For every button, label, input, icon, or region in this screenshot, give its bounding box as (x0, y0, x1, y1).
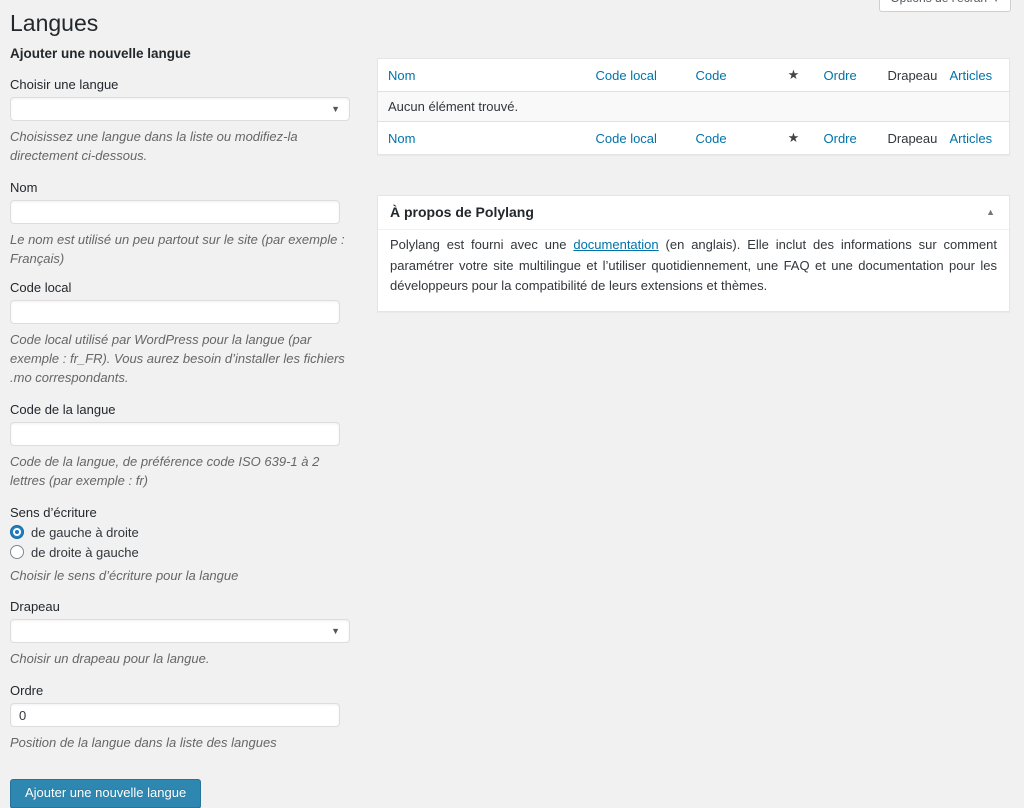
sort-locale-link[interactable]: Code local (596, 68, 657, 83)
language-code-helper: Code de la langue, de préférence code IS… (10, 453, 320, 488)
direction-option-rtl[interactable]: de droite à gauche (10, 545, 360, 560)
chevron-down-icon: ▼ (992, 0, 1000, 4)
about-polylang-metabox: À propos de Polylang ▲ Polylang est four… (377, 195, 1010, 313)
sort-posts-link[interactable]: Articles (950, 68, 993, 83)
languages-table-header: Nom Code local Code ★ Ordre Drapeau Arti… (377, 58, 1010, 92)
order-helper: Position de la langue dans la liste des … (10, 735, 277, 751)
locale-label: Code local (10, 280, 72, 296)
direction-rtl-label: de droite à gauche (31, 544, 139, 560)
column-header-locale: Code local (585, 58, 686, 92)
collapse-toggle-icon[interactable]: ▲ (984, 207, 997, 217)
order-input[interactable] (10, 703, 340, 728)
column-header-code: Code (685, 58, 774, 92)
add-language-form: Ajouter une nouvelle langue Choisir une … (10, 46, 360, 808)
right-column: Nom Code local Code ★ Ordre Drapeau Arti… (377, 58, 1010, 313)
language-code-input[interactable] (10, 421, 340, 446)
sort-order-link[interactable]: Ordre (824, 131, 857, 146)
no-items-row: Aucun élément trouvé. (377, 91, 1010, 122)
radio-ltr[interactable] (10, 525, 24, 540)
name-label: Nom (10, 179, 38, 195)
language-code-label: Code de la langue (10, 401, 116, 417)
choose-language-field: Choisir une langue ▼ Choisissez une lang… (10, 77, 360, 166)
sort-code-link[interactable]: Code (696, 131, 727, 146)
sort-name-link[interactable]: Nom (388, 131, 415, 146)
about-polylang-title: À propos de Polylang (390, 204, 534, 220)
choose-language-helper: Choisissez une langue dans la liste ou m… (10, 129, 298, 163)
order-field: Ordre Position de la langue dans la list… (10, 683, 360, 753)
name-helper: Le nom est utilisé un peu partout sur le… (10, 231, 345, 266)
column-footer-name: Nom (377, 121, 586, 155)
chevron-down-icon: ▼ (331, 104, 340, 114)
locale-field: Code local Code local utilisé par WordPr… (10, 280, 360, 388)
column-footer-order: Ordre (813, 121, 878, 155)
sort-order-link[interactable]: Ordre (824, 68, 857, 83)
text-direction-field: Sens d’écriture de gauche à droite de dr… (10, 505, 360, 586)
column-header-order: Ordre (813, 58, 878, 92)
form-heading: Ajouter une nouvelle langue (10, 46, 191, 61)
chevron-down-icon: ▼ (331, 626, 340, 637)
no-items-message: Aucun élément trouvé. (377, 91, 1010, 122)
languages-table-body: Aucun élément trouvé. (377, 91, 1010, 122)
column-footer-code: Code (685, 121, 774, 155)
flag-helper: Choisir un drapeau pour la langue. (10, 651, 210, 667)
choose-language-select[interactable]: ▼ (10, 97, 350, 121)
page-title: Langues (10, 10, 99, 36)
star-icon: ★ (787, 130, 800, 145)
locale-input[interactable] (10, 300, 340, 325)
sort-locale-link[interactable]: Code local (596, 131, 657, 146)
name-input[interactable] (10, 199, 340, 224)
direction-ltr-label: de gauche à droite (31, 524, 139, 540)
add-language-submit-button[interactable]: Ajouter une nouvelle langue (10, 779, 202, 808)
column-header-posts: Articles (939, 58, 1010, 92)
column-header-name: Nom (377, 58, 586, 92)
languages-table: Nom Code local Code ★ Ordre Drapeau Arti… (377, 58, 1010, 155)
column-footer-default-language: ★ (773, 121, 814, 155)
languages-table-footer: Nom Code local Code ★ Ordre Drapeau Arti… (377, 121, 1010, 155)
flag-label: Drapeau (10, 599, 60, 615)
screen-options-label: Options de l’écran (890, 0, 987, 5)
radio-rtl[interactable] (10, 545, 24, 560)
column-footer-posts: Articles (939, 121, 1010, 155)
about-text-before-link: Polylang est fourni avec une (390, 236, 574, 252)
direction-option-ltr[interactable]: de gauche à droite (10, 525, 360, 540)
screen-options-tab[interactable]: Options de l’écran ▼ (879, 0, 1011, 12)
column-header-flag: Drapeau (877, 58, 940, 92)
sort-name-link[interactable]: Nom (388, 68, 415, 83)
flag-field: Drapeau ▼ Choisir un drapeau pour la lan… (10, 599, 360, 669)
order-label: Ordre (10, 683, 44, 699)
sort-posts-link[interactable]: Articles (950, 131, 993, 146)
documentation-link[interactable]: documentation (573, 237, 658, 252)
column-header-default-language: ★ (773, 58, 814, 92)
about-polylang-header[interactable]: À propos de Polylang ▲ (378, 196, 1009, 230)
column-footer-flag: Drapeau (877, 121, 940, 155)
sort-code-link[interactable]: Code (696, 68, 727, 83)
polylang-languages-page: Options de l’écran ▼ Langues Ajouter une … (0, 0, 1024, 808)
locale-helper: Code local utilisé par WordPress pour la… (10, 332, 345, 386)
flag-select[interactable]: ▼ (10, 619, 350, 644)
column-footer-locale: Code local (585, 121, 686, 155)
about-polylang-body: Polylang est fourni avec une documentati… (378, 230, 1009, 311)
text-direction-label: Sens d’écriture (10, 504, 97, 520)
name-field: Nom Le nom est utilisé un peu partout su… (10, 180, 360, 269)
content-columns: Ajouter une nouvelle langue Choisir une … (10, 46, 1010, 808)
choose-language-label: Choisir une langue (10, 77, 119, 92)
star-icon: ★ (787, 67, 800, 82)
language-code-field: Code de la langue Code de la langue, de … (10, 402, 360, 491)
